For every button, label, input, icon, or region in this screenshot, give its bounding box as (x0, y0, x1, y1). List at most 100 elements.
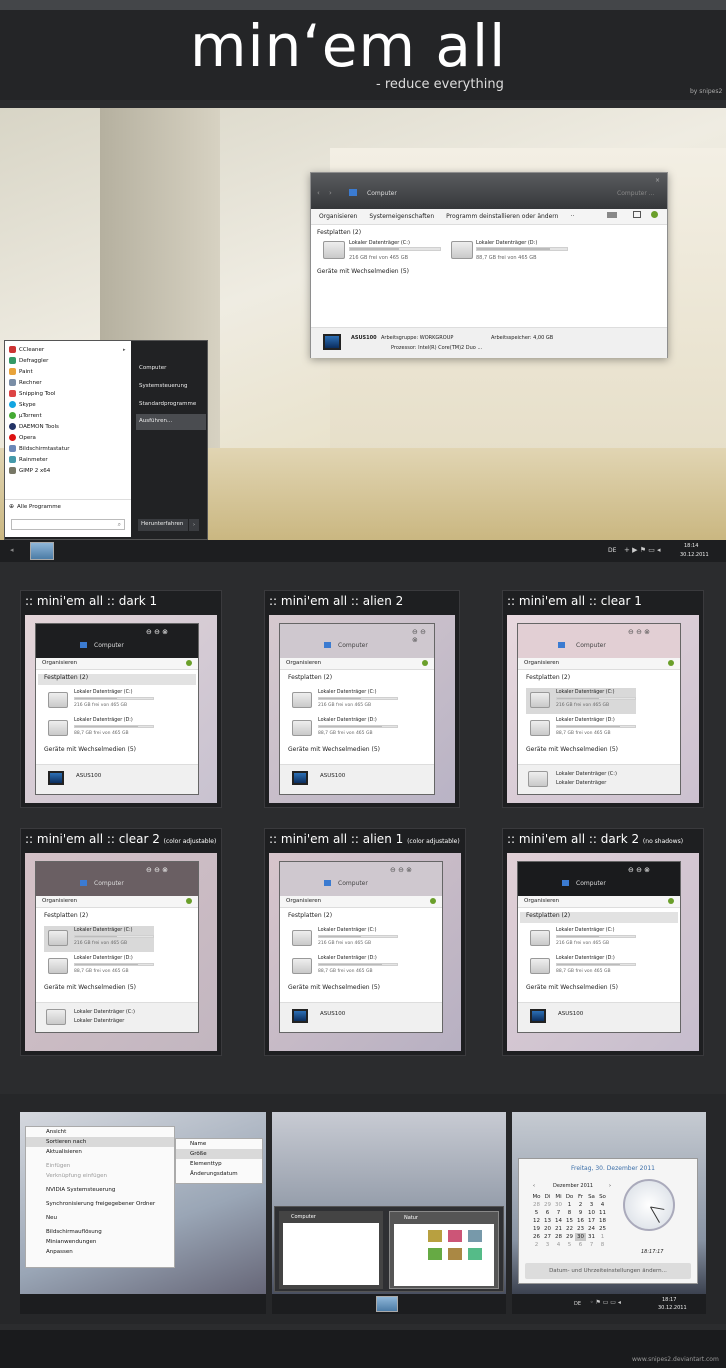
program-skype[interactable]: Skype (9, 399, 36, 410)
language-indicator[interactable]: DE (608, 547, 616, 554)
calendar-day[interactable]: 28 (553, 1233, 564, 1241)
mini-address[interactable]: Computer (338, 880, 368, 887)
ctx-resolution[interactable]: Bildschirmauflösung (26, 1227, 174, 1237)
calendar-day[interactable]: 6 (575, 1241, 586, 1249)
mini-drive-c[interactable]: Lokaler Datenträger (C:) 216 GB frei von… (288, 926, 428, 952)
close-icon[interactable]: × (655, 177, 660, 184)
mini-address[interactable]: Computer (576, 880, 606, 887)
calendar-day[interactable]: 8 (564, 1209, 575, 1217)
program-paint[interactable]: Paint (9, 366, 33, 377)
calendar-day[interactable]: 5 (531, 1209, 542, 1217)
help-icon[interactable] (186, 898, 192, 904)
mini-drive-d[interactable]: Lokaler Datenträger (D:) 88,7 GB frei vo… (44, 954, 184, 980)
mini-drive-c[interactable]: Lokaler Datenträger (C:) 216 GB frei von… (288, 688, 428, 714)
mini-drive-c[interactable]: Lokaler Datenträger (C:) 216 GB frei von… (44, 688, 184, 714)
program-utorrent[interactable]: µTorrent (9, 410, 42, 421)
mini-organize[interactable]: Organisieren (42, 898, 77, 904)
start-right-computer[interactable]: Computer (139, 365, 166, 371)
ctx-refresh[interactable]: Aktualisieren (26, 1147, 174, 1157)
program-daemon-tools[interactable]: DAEMON Tools (9, 421, 59, 432)
mini-organize[interactable]: Organisieren (42, 660, 77, 666)
calendar-day[interactable]: 18 (597, 1217, 608, 1225)
explorer-window[interactable]: ‹ › Computer Computer ... × Organisieren… (310, 172, 668, 358)
sort-type[interactable]: Elementtyp (176, 1159, 262, 1169)
mini-drive-c[interactable]: Lokaler Datenträger (C:) 216 GB frei von… (526, 688, 636, 714)
calendar-day[interactable]: 19 (531, 1225, 542, 1233)
mini-group-hdd[interactable]: Festplatten (2) (520, 912, 678, 923)
calendar-day[interactable]: 14 (553, 1217, 564, 1225)
calendar-day[interactable]: 3 (542, 1241, 553, 1249)
calendar-day[interactable]: 25 (597, 1225, 608, 1233)
ctx-nvidia[interactable]: NVIDIA Systemsteuerung (26, 1185, 174, 1195)
mini-organize[interactable]: Organisieren (524, 898, 559, 904)
calendar-day[interactable]: 29 (564, 1233, 575, 1241)
help-icon[interactable] (422, 660, 428, 666)
calendar-day[interactable]: 30 (575, 1233, 586, 1241)
all-programs[interactable]: ⊕ Alle Programme (9, 501, 61, 512)
more-button[interactable]: ·· (570, 213, 574, 220)
calendar-day[interactable]: 16 (575, 1217, 586, 1225)
calendar-day[interactable]: 6 (542, 1209, 553, 1217)
calendar-day[interactable]: 13 (542, 1217, 553, 1225)
help-icon[interactable] (668, 660, 674, 666)
program-defraggler[interactable]: Defraggler (9, 355, 48, 366)
window-buttons-icon[interactable]: ⊖ ⊖ ⊗ (628, 628, 650, 636)
mini-group-hdd[interactable]: Festplatten (2) (282, 912, 440, 923)
program-opera[interactable]: Opera (9, 432, 36, 443)
program-calculator[interactable]: Rechner (9, 377, 42, 388)
mini-group-removable[interactable]: Geräte mit Wechselmedien (5) (288, 984, 380, 991)
address-bar[interactable]: Computer (367, 190, 397, 197)
group-header-removable[interactable]: Geräte mit Wechselmedien (5) (317, 268, 409, 275)
window-buttons-icon[interactable]: ⊖ ⊖ ⊗ (628, 866, 650, 874)
start-right-control-panel[interactable]: Systemsteuerung (139, 383, 188, 389)
calendar-day[interactable]: 29 (542, 1201, 553, 1209)
window-buttons-icon[interactable]: ⊖ ⊖ ⊗ (412, 628, 434, 644)
calendar-day[interactable]: 21 (553, 1225, 564, 1233)
calendar-day[interactable]: 20 (542, 1225, 553, 1233)
calendar-day[interactable]: 8 (597, 1241, 608, 1249)
program-snipping-tool[interactable]: Snipping Tool (9, 388, 55, 399)
help-icon[interactable] (668, 898, 674, 904)
help-icon[interactable] (430, 898, 436, 904)
tray-icons[interactable]: ◦ ⚑ ▭ ▭ ◂ (590, 1299, 621, 1306)
program-ccleaner[interactable]: CCleaner (9, 344, 44, 355)
mini-drive-d[interactable]: Lokaler Datenträger (D:) 88,7 GB frei vo… (288, 716, 428, 742)
program-rainmeter[interactable]: Rainmeter (9, 454, 48, 465)
clock-time[interactable]: 18:14 (684, 543, 698, 549)
calendar-day[interactable]: 24 (586, 1225, 597, 1233)
mini-group-removable[interactable]: Geräte mit Wechselmedien (5) (288, 746, 380, 753)
mini-drive-c[interactable]: Lokaler Datenträger (C:) 216 GB frei von… (44, 926, 154, 952)
start-right-default-programs[interactable]: Standardprogramme (139, 401, 196, 407)
calendar-day[interactable]: 27 (542, 1233, 553, 1241)
tray-time[interactable]: 18:17 (662, 1297, 676, 1303)
footer-url[interactable]: www.snipes2.deviantart.com (632, 1356, 719, 1363)
mini-group-hdd[interactable]: Festplatten (2) (282, 674, 432, 685)
drive-d-name[interactable]: Lokaler Datenträger (D:) (476, 240, 537, 246)
calendar-day[interactable]: 28 (531, 1201, 542, 1209)
thumb-computer[interactable]: Computer (279, 1211, 383, 1289)
mini-group-removable[interactable]: Geräte mit Wechselmedien (5) (526, 984, 618, 991)
mini-group-hdd[interactable]: Festplatten (2) (38, 674, 196, 685)
clock-date[interactable]: 30.12.2011 (680, 552, 709, 558)
calendar-day[interactable]: 3 (586, 1201, 597, 1209)
calendar-day[interactable]: 4 (553, 1241, 564, 1249)
group-header-hdd[interactable]: Festplatten (2) (317, 229, 361, 236)
calendar-day[interactable]: 10 (586, 1209, 597, 1217)
system-properties-button[interactable]: Systemeigenschaften (369, 213, 434, 220)
calendar-day[interactable]: 30 (553, 1201, 564, 1209)
tray-date[interactable]: 30.12.2011 (658, 1305, 687, 1311)
calendar-day[interactable]: 5 (564, 1241, 575, 1249)
window-buttons-icon[interactable]: ⊖ ⊖ ⊗ (146, 866, 168, 874)
prev-month-icon[interactable]: ‹ (533, 1183, 535, 1189)
start-right-run[interactable]: Ausführen... (139, 418, 172, 424)
calendar-day[interactable]: 26 (531, 1233, 542, 1241)
calendar-day[interactable]: 1 (597, 1233, 608, 1241)
sort-size[interactable]: Größe (176, 1149, 262, 1159)
preview-pane-icon[interactable] (633, 211, 641, 218)
sort-name[interactable]: Name (176, 1139, 262, 1149)
calendar-day[interactable]: 9 (575, 1209, 586, 1217)
shutdown-options-icon[interactable]: › (189, 519, 199, 531)
mini-address[interactable]: Computer (94, 880, 124, 887)
mini-drive-d[interactable]: Lokaler Datenträger (D:) 88,7 GB frei vo… (526, 716, 666, 742)
mini-drive-d[interactable]: Lokaler Datenträger (D:) 88,7 GB frei vo… (44, 716, 184, 742)
